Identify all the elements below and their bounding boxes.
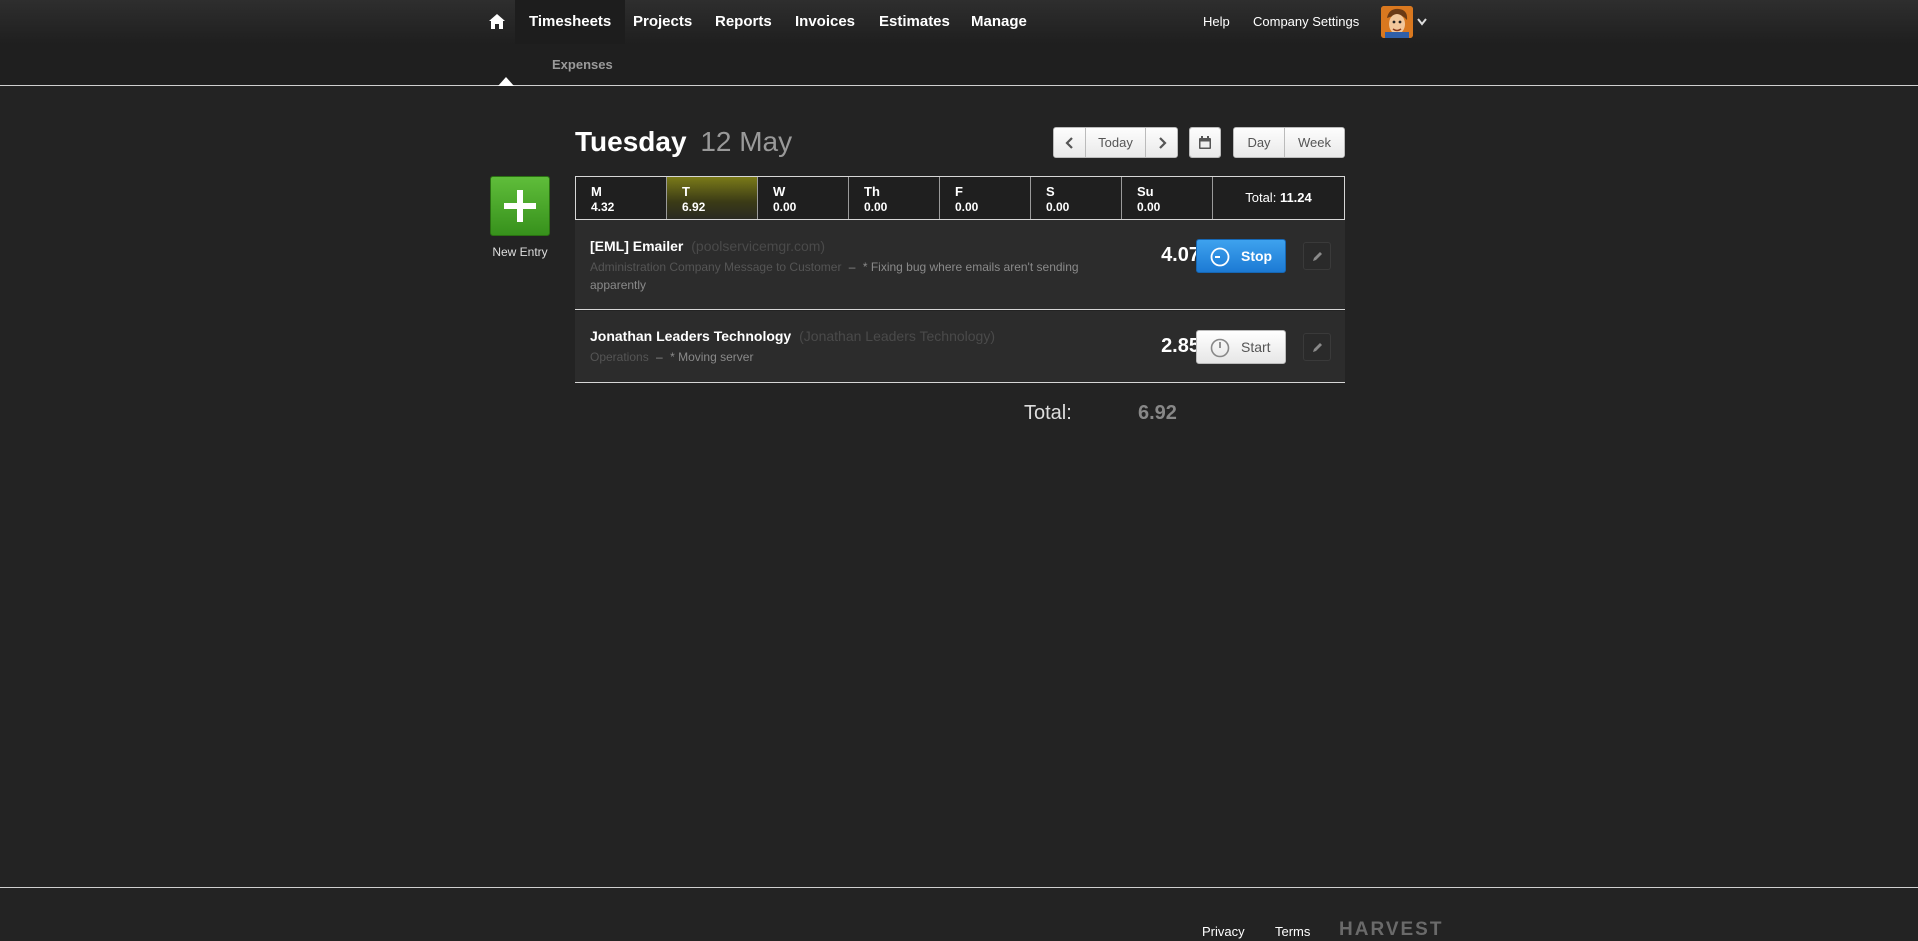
pencil-icon — [1313, 252, 1322, 261]
new-entry-button[interactable] — [490, 176, 550, 236]
nav-estimates[interactable]: Estimates — [879, 0, 950, 44]
sub-nav-bar — [0, 44, 1918, 86]
week-day-wednesday[interactable]: W 0.00 — [758, 177, 849, 219]
week-day-friday[interactable]: F 0.00 — [940, 177, 1031, 219]
footer-divider — [0, 887, 1918, 888]
calendar-button-face[interactable] — [1190, 128, 1220, 157]
week-strip: M 4.32 T 6.92 W 0.00 Th 0.00 F 0.00 S 0.… — [575, 176, 1345, 220]
nav-manage[interactable]: Manage — [971, 0, 1027, 44]
subnav-expenses[interactable]: Expenses — [552, 44, 613, 86]
company-settings-link[interactable]: Company Settings — [1253, 0, 1359, 44]
entry-project-name: [EML] Emailer — [590, 238, 684, 254]
nav-projects[interactable]: Projects — [633, 0, 692, 44]
day-total-label: Total: — [1024, 402, 1072, 424]
week-day-sunday[interactable]: Su 0.00 — [1122, 177, 1213, 219]
week-total-label: Total: — [1245, 190, 1277, 205]
entry-separator: – — [656, 350, 663, 364]
calendar-button[interactable] — [1189, 127, 1221, 158]
week-day-label: Su — [1137, 184, 1154, 199]
stop-timer-button[interactable]: Stop — [1196, 239, 1286, 273]
start-timer-button[interactable]: Start — [1196, 330, 1286, 364]
week-day-label: M — [591, 184, 602, 199]
week-day-label: S — [1046, 184, 1055, 199]
start-timer-label: Start — [1241, 339, 1271, 355]
today-button[interactable]: Today — [1085, 128, 1145, 157]
week-day-label: Th — [864, 184, 880, 199]
nav-invoices[interactable]: Invoices — [795, 0, 855, 44]
week-day-hours: 4.32 — [591, 200, 615, 214]
week-day-thursday[interactable]: Th 0.00 — [849, 177, 940, 219]
clock-icon — [1210, 338, 1230, 358]
week-day-label: F — [955, 184, 963, 199]
date-navigation: Today — [1053, 127, 1178, 158]
pencil-icon — [1313, 343, 1322, 352]
edit-entry-button[interactable] — [1303, 333, 1331, 361]
week-day-hours: 0.00 — [773, 200, 797, 214]
week-day-hours: 6.92 — [682, 200, 706, 214]
week-day-hours: 0.00 — [955, 200, 979, 214]
active-tab-pointer — [498, 77, 514, 86]
week-day-label: W — [773, 184, 786, 199]
entry-description: Operations – * Moving server — [590, 348, 1090, 366]
prev-day-button[interactable] — [1054, 128, 1085, 157]
week-day-hours: 0.00 — [1046, 200, 1070, 214]
week-total: Total: 11.24 — [1213, 177, 1344, 219]
week-day-tuesday[interactable]: T 6.92 — [667, 177, 758, 219]
help-link[interactable]: Help — [1203, 0, 1230, 44]
chevron-down-icon[interactable] — [1417, 18, 1427, 26]
entry-separator: – — [848, 260, 856, 274]
day-total-value: 6.92 — [1138, 402, 1177, 424]
day-date: 12 May — [700, 126, 793, 157]
week-total-value: 11.24 — [1279, 190, 1312, 205]
entry-hours: 4.07 — [1161, 244, 1200, 266]
next-day-button[interactable] — [1145, 128, 1177, 157]
view-toggle: Day Week — [1233, 127, 1345, 158]
home-icon[interactable] — [489, 14, 505, 29]
nav-timesheets[interactable]: Timesheets — [515, 0, 626, 44]
nav-reports[interactable]: Reports — [715, 0, 772, 44]
day-view-button[interactable]: Day — [1234, 128, 1284, 157]
week-day-hours: 0.00 — [864, 200, 888, 214]
entry-project: [EML] Emailer (poolservicemgr.com) — [590, 238, 825, 254]
entry-client-name: (poolservicemgr.com) — [691, 238, 826, 254]
harvest-logo[interactable]: HARVEST — [1339, 919, 1443, 941]
entry-project-name: Jonathan Leaders Technology — [590, 328, 792, 344]
stop-timer-label: Stop — [1241, 248, 1273, 264]
entry-task: Operations — [590, 350, 649, 364]
entry-description: Administration Company Message to Custom… — [590, 258, 1090, 294]
week-day-monday[interactable]: M 4.32 — [576, 177, 667, 219]
week-day-saturday[interactable]: S 0.00 — [1031, 177, 1122, 219]
edit-entry-button[interactable] — [1303, 242, 1331, 270]
new-entry-label: New Entry — [492, 245, 548, 259]
time-entry-row: Jonathan Leaders Technology (Jonathan Le… — [575, 311, 1345, 383]
week-day-label: T — [682, 184, 690, 199]
entry-task: Administration Company Message to Custom… — [590, 260, 842, 274]
page-title: Tuesday 12 May — [575, 126, 792, 158]
calendar-icon — [1199, 136, 1211, 149]
entry-client-name: (Jonathan Leaders Technology) — [799, 328, 996, 344]
avatar-face-icon — [1381, 6, 1413, 38]
timer-running-icon — [1210, 247, 1230, 267]
time-entry-row: [EML] Emailer (poolservicemgr.com) Admin… — [575, 220, 1345, 310]
entry-project: Jonathan Leaders Technology (Jonathan Le… — [590, 328, 995, 344]
entry-hours: 2.85 — [1161, 335, 1200, 357]
day-name: Tuesday — [575, 126, 687, 157]
week-view-button[interactable]: Week — [1284, 128, 1344, 157]
plus-icon-bar — [504, 203, 536, 209]
week-day-hours: 0.00 — [1137, 200, 1161, 214]
avatar[interactable] — [1381, 6, 1413, 38]
entry-notes: * Moving server — [670, 350, 754, 364]
top-nav-bar: Timesheets Projects Reports Invoices Est… — [0, 0, 1918, 44]
chevron-left-icon — [1064, 137, 1073, 149]
chevron-right-icon — [1158, 137, 1167, 149]
